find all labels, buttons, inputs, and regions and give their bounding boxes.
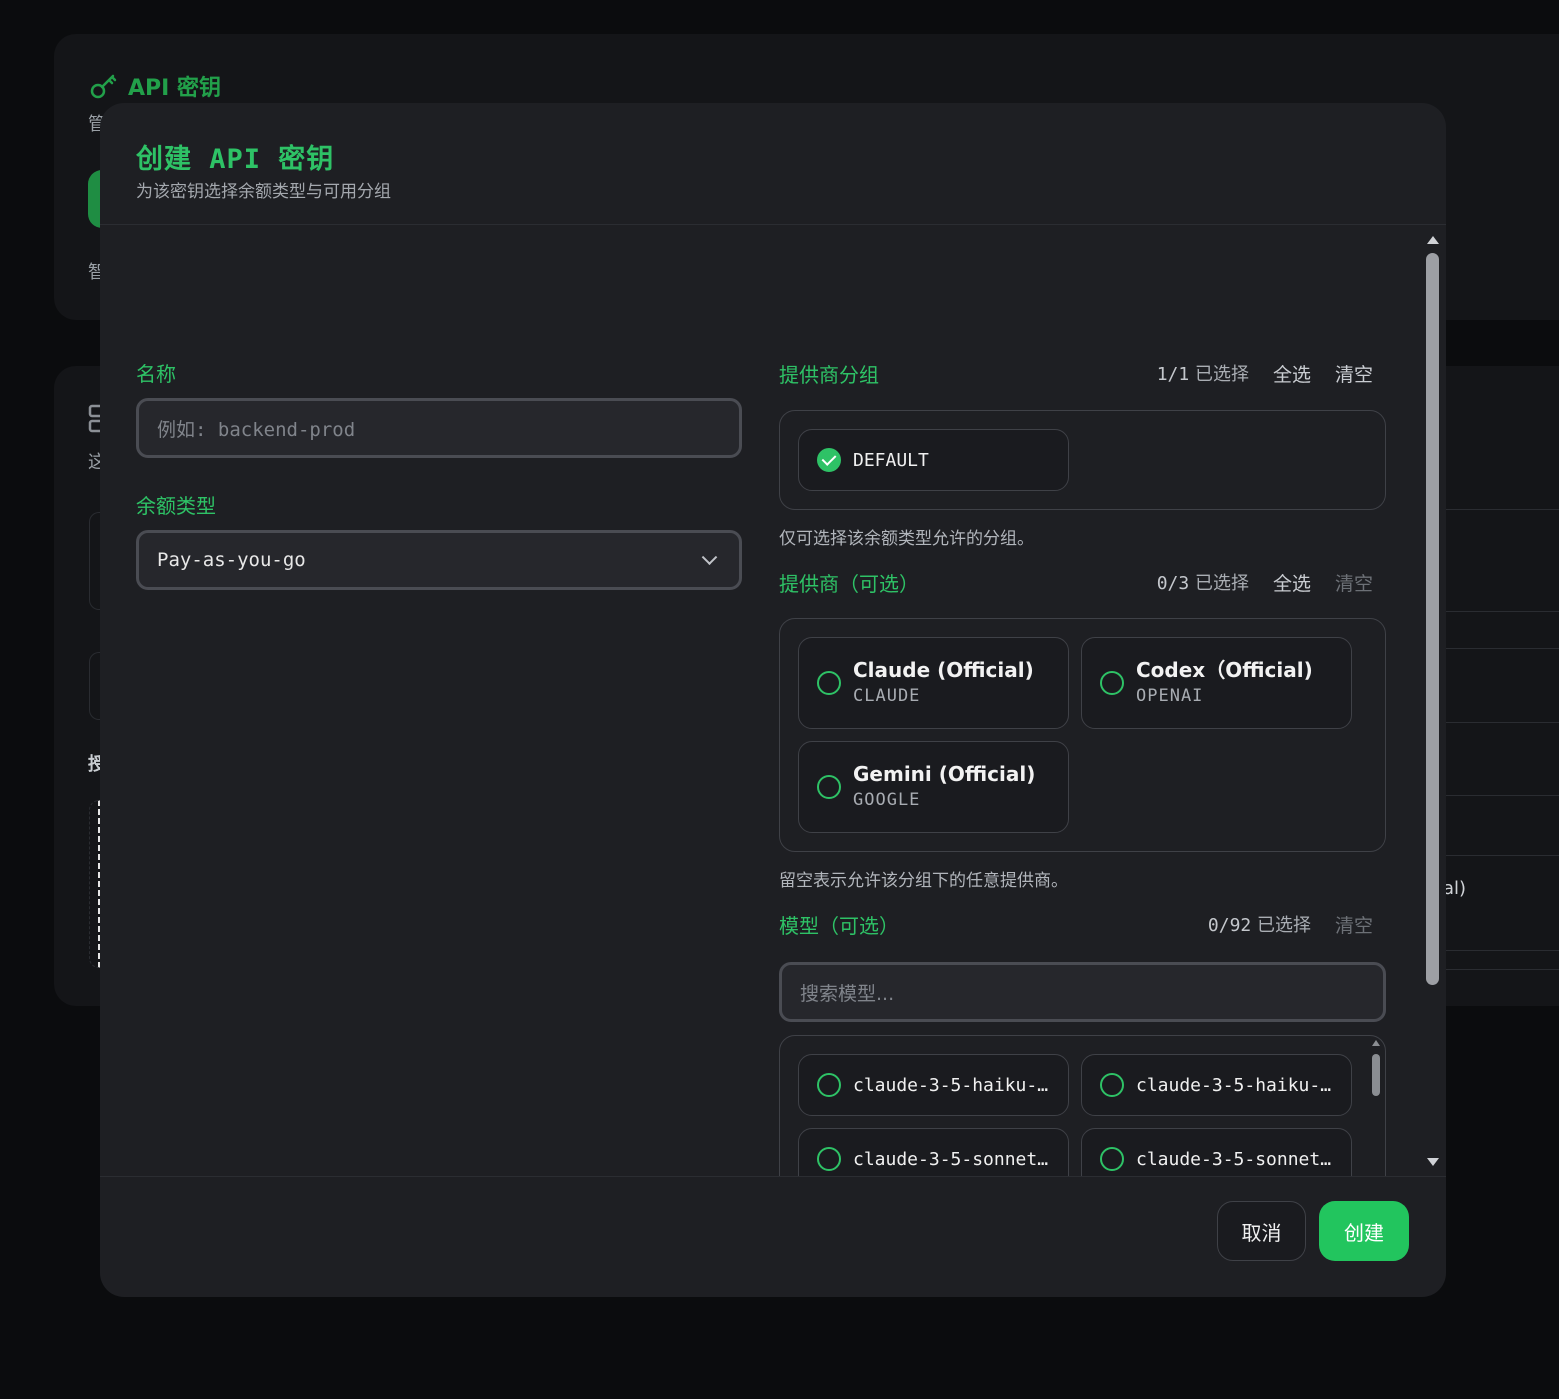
provider-chip-gemini[interactable]: Gemini (Official) GOOGLE: [798, 741, 1069, 833]
name-input[interactable]: 例如: backend-prod: [136, 398, 742, 458]
provider-groups-header: 提供商分组 1/1 已选择 全选 清空: [779, 358, 1373, 388]
radio-icon: [1100, 671, 1124, 695]
modal-body: 名称 例如: backend-prod 余额类型 Pay-as-you-go 提…: [100, 226, 1446, 1176]
providers-header: 提供商（可选） 0/3 已选择 全选 清空: [779, 567, 1373, 597]
model-chip[interactable]: claude-3-5-haiku-latest: [1081, 1054, 1352, 1116]
provider-type: GOOGLE: [853, 790, 921, 810]
provider-groups-count: 1/1 已选择: [1156, 364, 1249, 385]
model-chip-label: claude-3-5-sonnet-20241022: [1136, 1148, 1332, 1170]
modal-scrollbar-thumb[interactable]: [1426, 253, 1439, 985]
models-count: 0/92 已选择: [1207, 915, 1311, 936]
provider-groups-clear-button[interactable]: 清空: [1335, 360, 1373, 387]
model-chip-label: claude-3-5-haiku-20241022: [853, 1074, 1049, 1096]
chevron-down-icon: [701, 549, 718, 566]
provider-type: CLAUDE: [853, 686, 921, 706]
scroll-down-arrow-icon[interactable]: [1427, 1158, 1439, 1166]
background-divider: [1446, 611, 1559, 612]
provider-groups-select-all-button[interactable]: 全选: [1273, 360, 1311, 387]
balance-type-select[interactable]: Pay-as-you-go: [136, 530, 742, 590]
model-search-placeholder: 搜索模型...: [800, 982, 895, 1005]
radio-icon: [817, 671, 841, 695]
modal-scrollbar[interactable]: [1423, 228, 1443, 1174]
modal-title: 创建 API 密钥: [136, 144, 335, 175]
models-clear-button[interactable]: 清空: [1335, 911, 1373, 938]
provider-groups-hint: 仅可选择该余额类型允许的分组。: [779, 529, 1034, 549]
background-divider: [1446, 950, 1559, 951]
background-fragment: al): [1443, 878, 1467, 899]
provider-name: Claude (Official): [853, 658, 1034, 682]
background-page-title: API 密钥: [90, 70, 221, 102]
radio-icon: [1100, 1073, 1124, 1097]
model-chip[interactable]: claude-3-5-sonnet-20240620: [798, 1128, 1069, 1176]
provider-chip-claude[interactable]: Claude (Official) CLAUDE: [798, 637, 1069, 729]
group-chip-default[interactable]: DEFAULT: [798, 429, 1069, 491]
background-divider: [1446, 969, 1559, 970]
provider-groups-box: DEFAULT: [779, 410, 1386, 510]
model-chip-label: claude-3-5-haiku-latest: [1136, 1074, 1332, 1096]
scroll-up-arrow-icon[interactable]: [1427, 236, 1439, 244]
provider-type: OPENAI: [1136, 686, 1204, 706]
background-divider: [1446, 855, 1559, 856]
radio-icon: [1100, 1147, 1124, 1171]
provider-groups-title: 提供商分组: [779, 362, 879, 387]
name-input-placeholder: 例如: backend-prod: [157, 418, 356, 441]
model-chip-label: claude-3-5-sonnet-20240620: [853, 1148, 1049, 1170]
modal-subtitle: 为该密钥选择余额类型与可用分组: [136, 182, 391, 202]
cancel-button[interactable]: 取消: [1217, 1201, 1306, 1261]
balance-type-label: 余额类型: [136, 494, 216, 518]
providers-select-all-button[interactable]: 全选: [1273, 569, 1311, 596]
create-api-key-modal: 创建 API 密钥 为该密钥选择余额类型与可用分组 名称 例如: backend…: [100, 103, 1446, 1297]
provider-name: Codex（Official): [1136, 658, 1313, 682]
group-chip-label: DEFAULT: [853, 449, 929, 471]
providers-hint: 留空表示允许该分组下的任意提供商。: [779, 871, 1068, 891]
background-divider: [1446, 722, 1559, 723]
models-title: 模型（可选）: [779, 913, 899, 938]
key-icon: [90, 74, 117, 99]
checkmark-icon: [817, 448, 841, 472]
modal-footer: 取消 创建: [100, 1176, 1446, 1297]
provider-name: Gemini (Official): [853, 762, 1036, 786]
radio-icon: [817, 775, 841, 799]
radio-icon: [817, 1147, 841, 1171]
scroll-up-arrow-icon[interactable]: [1372, 1040, 1380, 1046]
providers-count: 0/3 已选择: [1156, 573, 1249, 594]
models-scrollbar-thumb[interactable]: [1372, 1054, 1380, 1096]
models-list: claude-3-5-haiku-20241022 claude-3-5-hai…: [779, 1035, 1386, 1176]
background-divider: [1446, 509, 1559, 510]
providers-clear-button[interactable]: 清空: [1335, 569, 1373, 596]
models-scrollbar[interactable]: [1371, 1040, 1381, 1176]
background-divider: [1446, 648, 1559, 649]
providers-box: Claude (Official) CLAUDE Codex（Official)…: [779, 618, 1386, 852]
models-header: 模型（可选） 0/92 已选择 清空: [779, 909, 1373, 939]
background-title-text: API 密钥: [128, 76, 221, 101]
balance-type-value: Pay-as-you-go: [157, 549, 306, 571]
model-chip[interactable]: claude-3-5-haiku-20241022: [798, 1054, 1069, 1116]
providers-title: 提供商（可选）: [779, 571, 919, 596]
background-divider: [1446, 795, 1559, 796]
model-search-input[interactable]: 搜索模型...: [779, 962, 1386, 1022]
name-label: 名称: [136, 362, 176, 386]
provider-chip-codex[interactable]: Codex（Official) OPENAI: [1081, 637, 1352, 729]
radio-icon: [817, 1073, 841, 1097]
create-button[interactable]: 创建: [1319, 1201, 1409, 1261]
model-chip[interactable]: claude-3-5-sonnet-20241022: [1081, 1128, 1352, 1176]
modal-header: 创建 API 密钥 为该密钥选择余额类型与可用分组: [100, 103, 1446, 225]
